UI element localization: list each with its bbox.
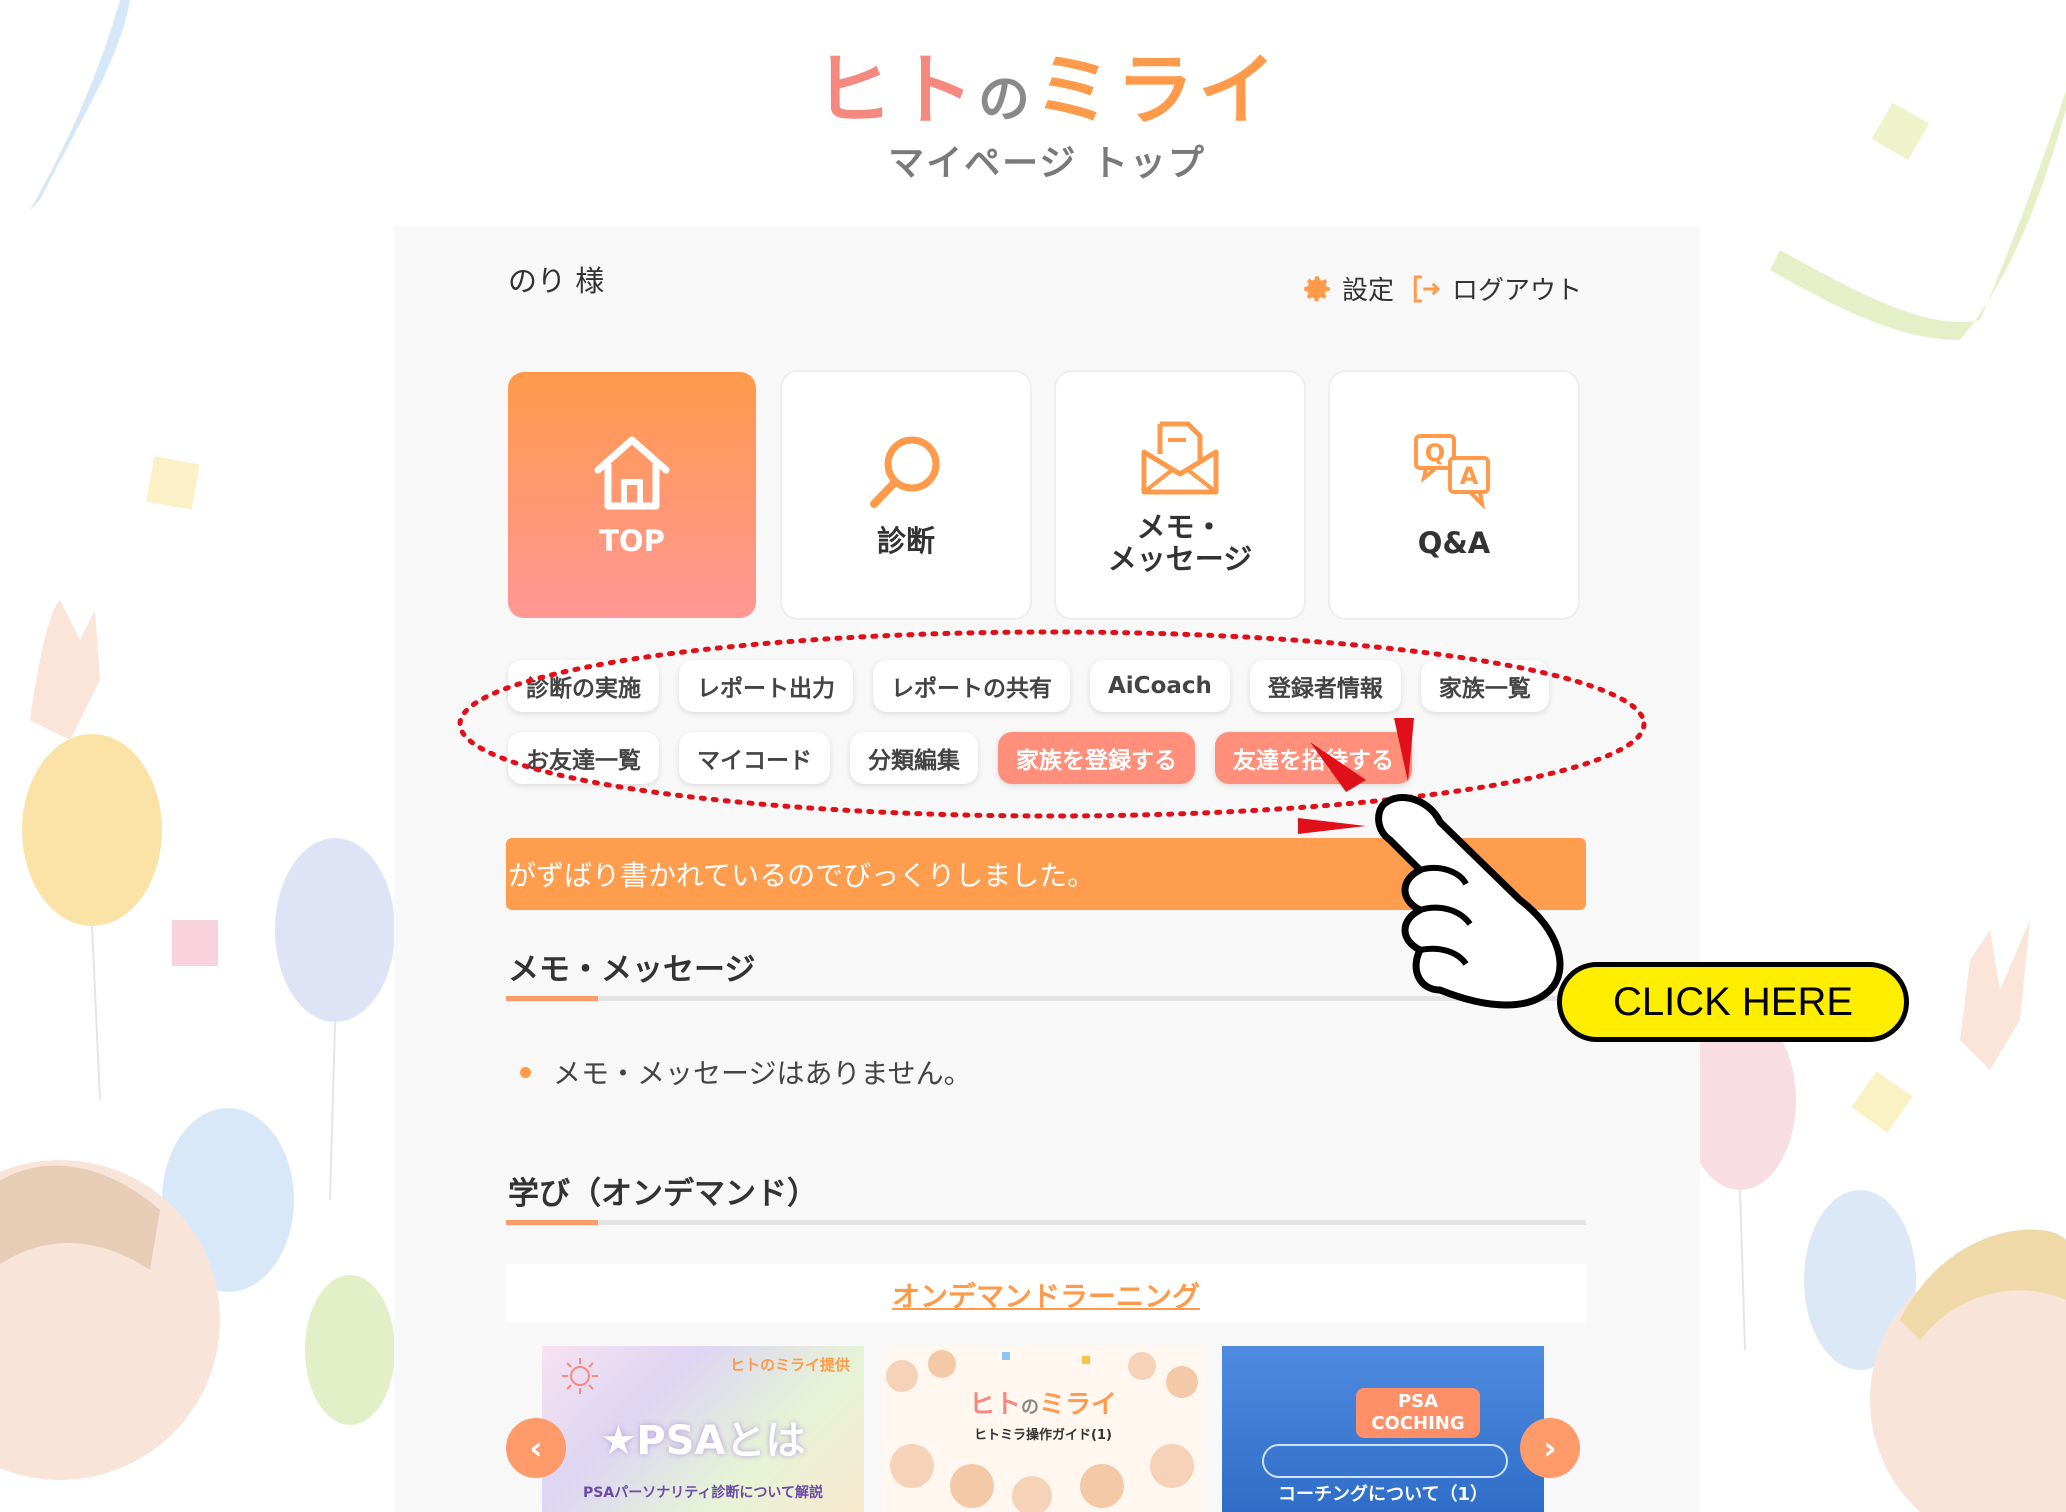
news-ticker[interactable]: がずばり書かれているのでびっくりしました。 — [506, 838, 1586, 910]
course-card-coaching[interactable]: PSA COCHING コーチングについて（1） — [1222, 1346, 1544, 1512]
tag-category-edit[interactable]: 分類編集 — [850, 732, 978, 784]
card-subtitle: PSAパーソナリティ診断について解説 — [583, 1485, 823, 1501]
memo-empty-message: メモ・メッセージはありません。 — [520, 1052, 972, 1092]
carousel-prev-button[interactable]: ‹ — [506, 1418, 566, 1478]
quick-links: 診断の実施 レポート出力 レポートの共有 AiCoach 登録者情報 家族一覧 … — [508, 660, 1608, 804]
logout-icon — [1413, 275, 1441, 302]
qa-icon: Q A — [1414, 434, 1490, 510]
people-icons-strip — [1262, 1444, 1508, 1478]
logout-label: ログアウト — [1452, 276, 1583, 306]
svg-text:Q: Q — [1425, 439, 1445, 467]
main-column: ヒトのミライ マイページ トップ のり 様 設定 ログアウト TOP 診断 メモ… — [394, 0, 1700, 1512]
tag-family-list[interactable]: 家族一覧 — [1420, 660, 1549, 712]
search-icon — [870, 436, 940, 509]
settings-label: 設定 — [1342, 276, 1395, 306]
card-subtitle: ヒトミラ操作ガイド(1) — [974, 1428, 1112, 1443]
nav-tile-top[interactable]: TOP — [508, 372, 756, 618]
carousel-next-button[interactable]: › — [1520, 1418, 1580, 1478]
site-header: ヒトのミライ マイページ トップ — [394, 0, 1700, 226]
logo-mirai: ミライ — [1034, 46, 1281, 136]
bullet-icon — [520, 1066, 531, 1078]
card-title: ★PSAとは — [600, 1418, 806, 1464]
nav-tile-qa[interactable]: Q A Q&A — [1330, 372, 1578, 618]
nav-tile-label: Q&A — [1417, 526, 1491, 561]
learning-section-divider — [506, 1220, 1586, 1225]
learning-section-title: 学び（オンデマンド） — [508, 1176, 818, 1212]
tag-report-share[interactable]: レポートの共有 — [873, 660, 1070, 712]
logout-link[interactable]: ログアウト — [1410, 270, 1582, 307]
nav-tile-label: TOP — [599, 524, 665, 559]
mail-icon — [1141, 421, 1219, 495]
nav-tile-label: メモ・ メッセージ — [1107, 510, 1253, 576]
logo-hito: ヒト — [813, 46, 978, 136]
card-badge-line2: COCHING — [1371, 1413, 1465, 1434]
memo-section-title: メモ・メッセージ — [508, 952, 756, 988]
card-subtitle: コーチングについて（1） — [1278, 1484, 1488, 1505]
user-name: のり 様 — [508, 264, 605, 298]
nav-tile-label-line1: メモ・ — [1136, 510, 1224, 545]
tag-run-diagnosis[interactable]: 診断の実施 — [508, 660, 659, 712]
site-logo[interactable]: ヒトのミライ — [394, 28, 1700, 140]
card-logo-mirai: ミライ — [1039, 1390, 1118, 1420]
main-nav: TOP 診断 メモ・ メッセージ Q A Q&A — [508, 372, 1578, 618]
click-here-callout[interactable]: CLICK HERE — [1557, 962, 1909, 1042]
home-icon — [594, 436, 670, 510]
nav-tile-label: 診断 — [876, 524, 935, 559]
tag-register-family[interactable]: 家族を登録する — [998, 732, 1195, 784]
card-badge: PSA COCHING — [1356, 1388, 1480, 1438]
card-badge-line1: PSA — [1397, 1391, 1439, 1412]
memo-section-divider — [506, 996, 1586, 1001]
tag-invite-friend[interactable]: 友達を招待する — [1215, 732, 1412, 784]
nav-tile-memo[interactable]: メモ・ メッセージ — [1056, 372, 1304, 618]
tag-aicoach[interactable]: AiCoach — [1090, 660, 1230, 712]
settings-link[interactable]: 設定 — [1300, 270, 1394, 307]
memo-empty-text: メモ・メッセージはありません。 — [553, 1057, 972, 1090]
card-logo-no: の — [1021, 1397, 1039, 1418]
gear-icon — [1304, 275, 1330, 301]
card-logo-hito: ヒト — [968, 1390, 1021, 1420]
nav-tile-label-line2: メッセージ — [1107, 542, 1253, 576]
ondemand-header: オンデマンドラーニング — [506, 1264, 1586, 1322]
course-card-psa[interactable]: ヒトのミライ提供 ★PSAとは PSAパーソナリティ診断について解説 — [542, 1346, 864, 1512]
nav-tile-diagnosis[interactable]: 診断 — [782, 372, 1030, 618]
tag-registrant-info[interactable]: 登録者情報 — [1249, 660, 1401, 712]
learning-carousel: ‹ › ヒトのミライ提供 ★PSAとは PSAパーソナリティ診断について解説 ヒ… — [506, 1346, 1586, 1512]
logo-no: の — [977, 70, 1034, 130]
sunburst-logo-icon — [562, 1358, 598, 1394]
tag-my-code[interactable]: マイコード — [679, 732, 830, 784]
tag-report-output[interactable]: レポート出力 — [679, 660, 853, 712]
page-title: マイページ トップ — [888, 143, 1206, 184]
tag-friend-list[interactable]: お友達一覧 — [508, 732, 659, 784]
ondemand-learning-link[interactable]: オンデマンドラーニング — [892, 1280, 1200, 1313]
card-badge: ヒトのミライ提供 — [729, 1356, 850, 1374]
card-logo: ヒトのミライ — [882, 1384, 1204, 1421]
svg-text:A: A — [1460, 462, 1479, 490]
course-card-guide[interactable]: ヒトのミライ ヒトミラ操作ガイド(1) — [882, 1346, 1204, 1512]
